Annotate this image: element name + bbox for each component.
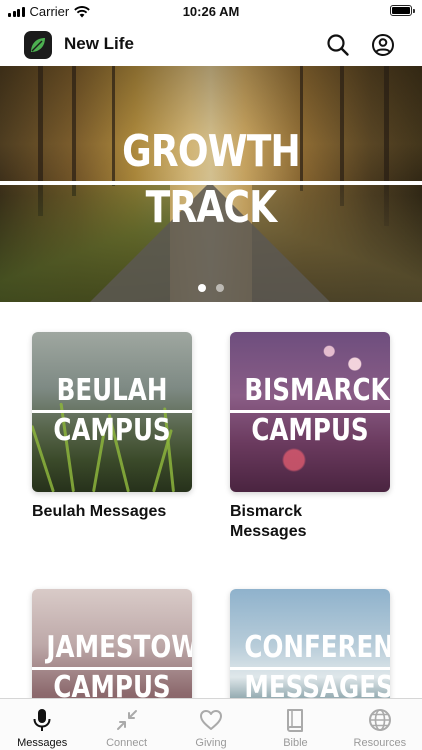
tab-label: Bible xyxy=(283,737,308,749)
hero-title-line2: TRACK xyxy=(145,182,277,233)
hero-title-line1: GROWTH xyxy=(122,126,301,177)
card-label: Beulah Messages xyxy=(32,503,167,520)
card-bismarck[interactable]: BISMARCK CAMPUS Bismarck Messages xyxy=(230,332,390,542)
compress-arrows-icon xyxy=(114,707,140,733)
search-button[interactable] xyxy=(324,31,352,59)
tab-resources[interactable]: Resources xyxy=(338,699,422,750)
tab-label: Connect xyxy=(106,737,148,749)
app-title: New Life xyxy=(64,34,134,53)
card-image: BISMARCK CAMPUS xyxy=(230,332,390,492)
account-button[interactable] xyxy=(369,31,397,59)
hero-banner[interactable]: GROWTH TRACK xyxy=(0,66,422,302)
clock: 10:26 AM xyxy=(182,4,240,19)
card-title-line1: CONFERENCE xyxy=(244,630,390,665)
page-dot-2[interactable] xyxy=(216,284,224,292)
card-title-line2: CAMPUS xyxy=(53,413,171,448)
battery-icon xyxy=(390,5,415,16)
card-title-line1: JAMESTOWN xyxy=(46,630,192,665)
tab-bible[interactable]: Bible xyxy=(253,699,337,750)
book-icon xyxy=(282,707,308,733)
tab-messages[interactable]: Messages xyxy=(0,699,84,750)
card-beulah[interactable]: BEULAH CAMPUS Beulah Messages xyxy=(32,332,192,522)
globe-icon xyxy=(367,707,393,733)
tab-label: Giving xyxy=(195,737,227,749)
card-label: Bismarck Messages xyxy=(230,503,307,540)
tab-connect[interactable]: Connect xyxy=(84,699,168,750)
card-title-line2: CAMPUS xyxy=(251,413,369,448)
account-icon xyxy=(372,34,394,56)
status-bar: Carrier 10:26 AM xyxy=(0,0,422,24)
tab-giving[interactable]: Giving xyxy=(169,699,253,750)
tab-bar: Messages Connect Giving Bible Resources xyxy=(0,698,422,750)
search-icon xyxy=(327,34,349,56)
microphone-icon xyxy=(29,707,55,733)
app-header: New Life xyxy=(0,24,422,66)
tab-label: Messages xyxy=(17,737,68,749)
card-image: BEULAH CAMPUS xyxy=(32,332,192,492)
heart-icon xyxy=(198,707,224,733)
card-title-line1: BEULAH xyxy=(56,373,168,408)
card-title-line1: BISMARCK xyxy=(244,373,390,408)
page-dot-1[interactable] xyxy=(198,284,206,292)
leaf-logo-icon xyxy=(24,31,52,59)
carousel-pagination xyxy=(0,284,422,292)
tab-label: Resources xyxy=(353,737,407,749)
